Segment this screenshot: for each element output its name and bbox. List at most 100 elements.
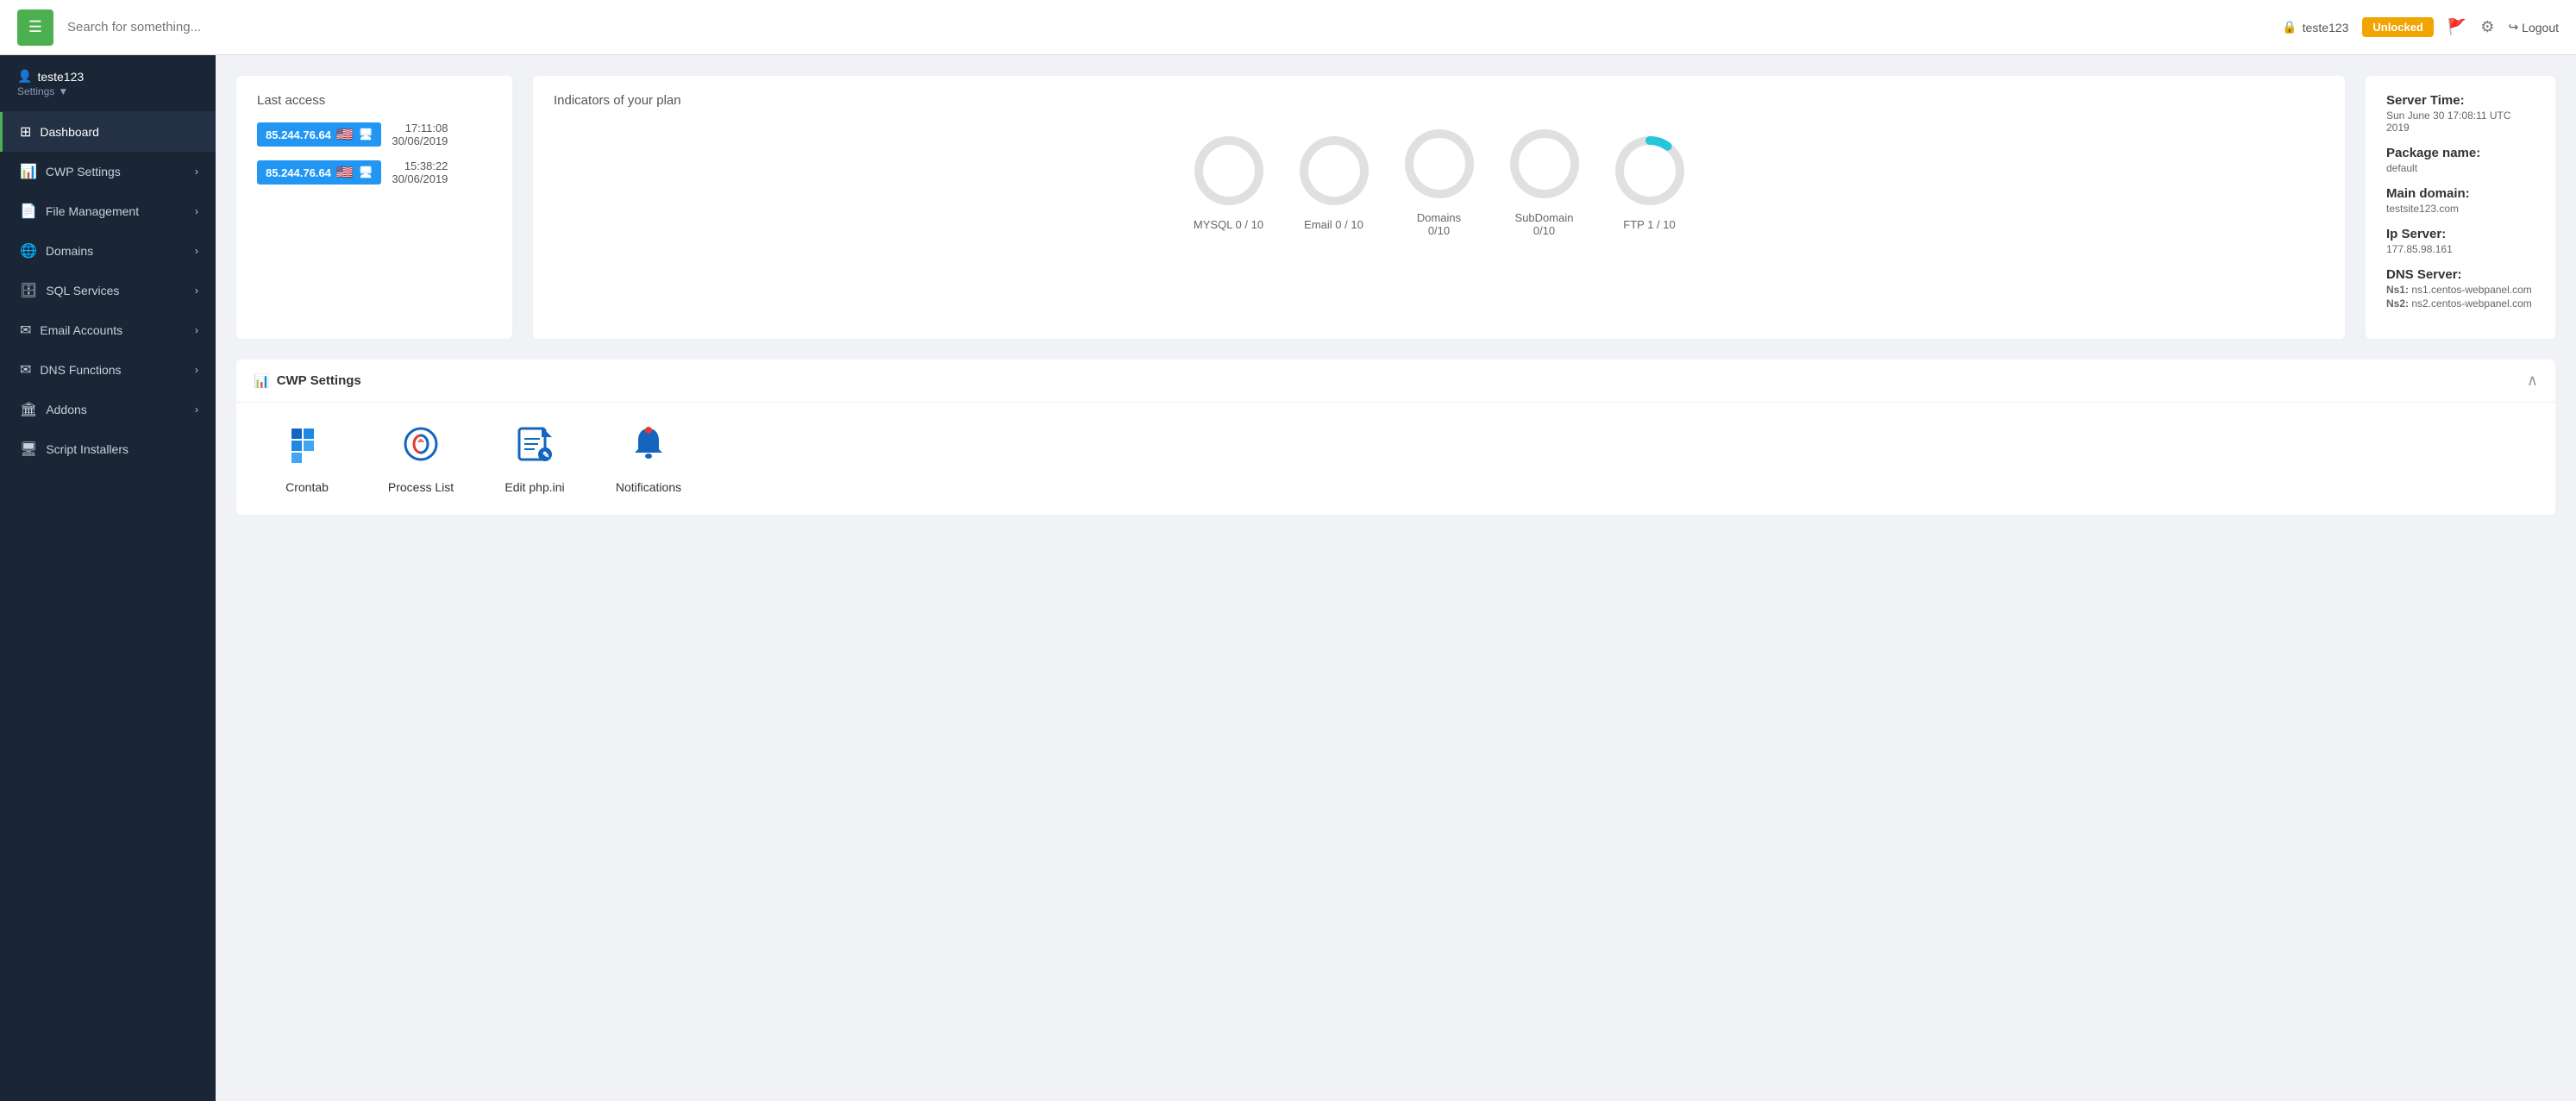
server-time-label: Server Time: bbox=[2386, 93, 2535, 108]
dns-server-label: DNS Server: bbox=[2386, 267, 2535, 282]
chevron-down-icon: ▼ bbox=[58, 85, 68, 97]
last-access-title: Last access bbox=[257, 93, 492, 108]
server-info-card: Server Time: Sun June 30 17:08:11 UTC 20… bbox=[2366, 76, 2555, 339]
last-access-card: Last access 85.244.76.64 🇺🇸 🖥 17:11:08 3… bbox=[236, 76, 512, 339]
sidebar-item-dns-functions[interactable]: ✉ DNS Functions › bbox=[0, 350, 216, 390]
donut-email-chart bbox=[1295, 132, 1373, 210]
cwp-tool-process-list[interactable]: Process List bbox=[378, 423, 464, 494]
donut-mysql: MYSQL 0 / 10 bbox=[1190, 132, 1268, 231]
access-row-2: 85.244.76.64 🇺🇸 🖥 15:38:22 30/06/2019 bbox=[257, 160, 492, 185]
donut-domains-chart bbox=[1401, 125, 1478, 203]
sidebar-settings-link[interactable]: Settings ▼ bbox=[17, 85, 198, 97]
donut-ftp-label: FTP 1 / 10 bbox=[1623, 218, 1675, 231]
sidebar-item-dashboard[interactable]: ⊞ Dashboard bbox=[0, 112, 216, 152]
main-domain-item: Main domain: testsite123.com bbox=[2386, 186, 2535, 215]
package-name-item: Package name: default bbox=[2386, 146, 2535, 174]
collapse-icon: ∧ bbox=[2527, 372, 2538, 390]
sidebar-item-file-management[interactable]: 📄 File Management › bbox=[0, 191, 216, 231]
sidebar-item-script-installers[interactable]: 🖥 Script Installers bbox=[0, 429, 216, 469]
bar-chart-icon: 📊 bbox=[254, 373, 270, 389]
unlocked-badge[interactable]: Unlocked bbox=[2362, 17, 2434, 37]
server-time-value: Sun June 30 17:08:11 UTC 2019 bbox=[2386, 109, 2535, 134]
lock-icon: 🔒 bbox=[2282, 20, 2297, 34]
chevron-right-icon: › bbox=[195, 245, 198, 257]
process-list-icon bbox=[400, 423, 442, 473]
donut-mysql-chart bbox=[1190, 132, 1268, 210]
access-time-2: 15:38:22 30/06/2019 bbox=[392, 160, 448, 185]
chevron-right-icon: › bbox=[195, 403, 198, 416]
cwp-settings-icon: 📊 bbox=[20, 163, 37, 180]
ip-server-label: Ip Server: bbox=[2386, 227, 2535, 241]
donut-ftp: FTP 1 / 10 bbox=[1611, 132, 1689, 231]
flag-icon-2: 🇺🇸 bbox=[336, 164, 354, 181]
sidebar-toggle-button[interactable]: ☰ bbox=[17, 9, 53, 46]
windows-icon-1: 🖥 bbox=[359, 128, 373, 141]
user-info: 🔒 teste123 bbox=[2282, 20, 2348, 34]
chevron-right-icon: › bbox=[195, 324, 198, 336]
sidebar: 👤 teste123 Settings ▼ ⊞ Dashboard 📊 CWP … bbox=[0, 55, 216, 1101]
main-domain-label: Main domain: bbox=[2386, 186, 2535, 201]
sidebar-item-addons[interactable]: 🏛 Addons › bbox=[0, 390, 216, 429]
crontab-icon bbox=[286, 423, 328, 473]
access-time-1: 17:11:08 30/06/2019 bbox=[392, 122, 448, 147]
donut-ftp-chart bbox=[1611, 132, 1689, 210]
flag-icon-1: 🇺🇸 bbox=[336, 126, 354, 143]
cwp-settings-header[interactable]: 📊 CWP Settings ∧ bbox=[236, 360, 2555, 403]
file-management-icon: 📄 bbox=[20, 203, 37, 220]
sidebar-username: 👤 teste123 bbox=[17, 69, 198, 84]
chevron-right-icon: › bbox=[195, 166, 198, 178]
ip-server-value: 177.85.98.161 bbox=[2386, 243, 2535, 255]
package-name-value: default bbox=[2386, 162, 2535, 174]
server-time-item: Server Time: Sun June 30 17:08:11 UTC 20… bbox=[2386, 93, 2535, 134]
logout-button[interactable]: ↪ Logout bbox=[2508, 20, 2559, 34]
indicators-title: Indicators of your plan bbox=[554, 93, 2324, 108]
email-icon: ✉ bbox=[20, 322, 31, 339]
main-content: Last access 85.244.76.64 🇺🇸 🖥 17:11:08 3… bbox=[216, 55, 2576, 1101]
header-username: teste123 bbox=[2303, 21, 2349, 34]
flag-icon[interactable]: 🚩 bbox=[2448, 18, 2466, 36]
sidebar-item-cwp-settings[interactable]: 📊 CWP Settings › bbox=[0, 152, 216, 191]
donut-row: MYSQL 0 / 10 Email 0 / 10 bbox=[554, 125, 2324, 237]
edit-phpini-label: Edit php.ini bbox=[505, 480, 564, 494]
top-section: Last access 85.244.76.64 🇺🇸 🖥 17:11:08 3… bbox=[236, 76, 2555, 339]
edit-phpini-icon: ✎ bbox=[514, 423, 555, 473]
chevron-right-icon: › bbox=[195, 205, 198, 217]
top-header: ☰ 🔒 teste123 Unlocked 🚩 ⚙ ↪ Logout bbox=[0, 0, 2576, 55]
addons-icon: 🏛 bbox=[20, 401, 37, 418]
donut-email: Email 0 / 10 bbox=[1295, 132, 1373, 231]
dashboard-icon: ⊞ bbox=[20, 123, 31, 141]
cwp-settings-title: 📊 CWP Settings bbox=[254, 373, 361, 389]
notifications-icon bbox=[628, 423, 669, 473]
sql-icon: 🗄 bbox=[20, 282, 37, 299]
main-domain-value: testsite123.com bbox=[2386, 203, 2535, 215]
donut-subdomain: SubDomain0/10 bbox=[1506, 125, 1583, 237]
hamburger-icon: ☰ bbox=[28, 18, 42, 36]
ip-badge-1: 85.244.76.64 🇺🇸 🖥 bbox=[257, 122, 381, 147]
search-input[interactable] bbox=[67, 20, 2282, 34]
settings-gear-icon[interactable]: ⚙ bbox=[2480, 18, 2494, 36]
main-layout: 👤 teste123 Settings ▼ ⊞ Dashboard 📊 CWP … bbox=[0, 55, 2576, 1101]
cwp-tool-notifications[interactable]: Notifications bbox=[605, 423, 692, 494]
donut-subdomain-chart bbox=[1506, 125, 1583, 203]
ip-badge-2: 85.244.76.64 🇺🇸 🖥 bbox=[257, 160, 381, 185]
header-right: 🔒 teste123 Unlocked 🚩 ⚙ ↪ Logout bbox=[2282, 17, 2559, 37]
script-icon: 🖥 bbox=[20, 441, 37, 458]
sidebar-item-email-accounts[interactable]: ✉ Email Accounts › bbox=[0, 310, 216, 350]
notifications-label: Notifications bbox=[616, 480, 681, 494]
process-list-label: Process List bbox=[388, 480, 454, 494]
cwp-tool-crontab[interactable]: Crontab bbox=[264, 423, 350, 494]
cwp-tool-edit-phpini[interactable]: ✎ Edit php.ini bbox=[492, 423, 578, 494]
donut-domains: Domains0/10 bbox=[1401, 125, 1478, 237]
cwp-settings-body: Crontab Process List bbox=[236, 403, 2555, 515]
sidebar-item-sql-services[interactable]: 🗄 SQL Services › bbox=[0, 271, 216, 310]
windows-icon-2: 🖥 bbox=[359, 166, 373, 179]
svg-text:✎: ✎ bbox=[542, 451, 549, 460]
logout-icon: ↪ bbox=[2508, 20, 2518, 34]
dns-server-item: DNS Server: Ns1: ns1.centos-webpanel.com… bbox=[2386, 267, 2535, 310]
access-row-1: 85.244.76.64 🇺🇸 🖥 17:11:08 30/06/2019 bbox=[257, 122, 492, 147]
user-icon: 👤 bbox=[17, 69, 32, 84]
crontab-label: Crontab bbox=[285, 480, 329, 494]
donut-email-label: Email 0 / 10 bbox=[1304, 218, 1363, 231]
dns-ns1-value: Ns1: ns1.centos-webpanel.com bbox=[2386, 284, 2535, 296]
sidebar-item-domains[interactable]: 🌐 Domains › bbox=[0, 231, 216, 271]
